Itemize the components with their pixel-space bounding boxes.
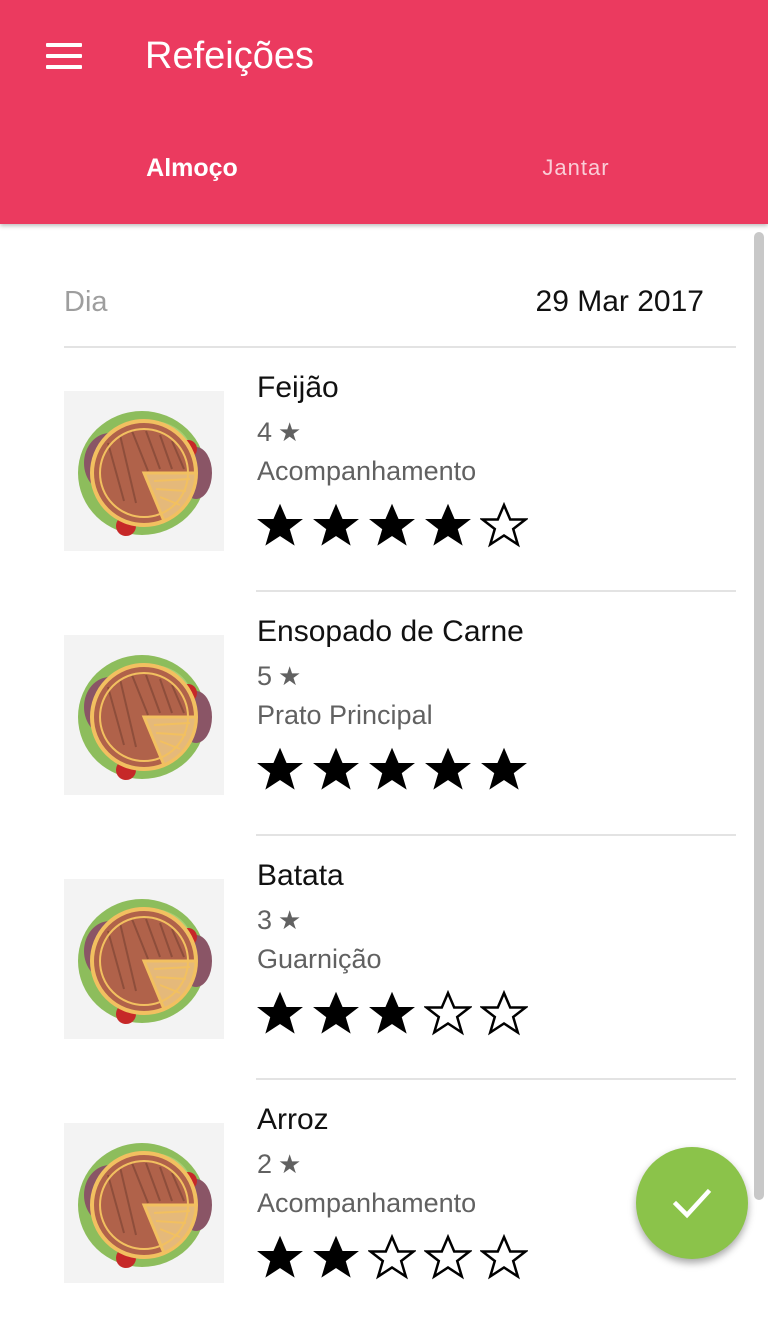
- average-rating-value: 2: [257, 1149, 273, 1179]
- food-plate-icon: [64, 635, 224, 795]
- star-outline-icon[interactable]: [368, 1234, 416, 1282]
- food-plate-icon: [64, 391, 224, 551]
- star-filled-icon[interactable]: [256, 1234, 304, 1282]
- meal-category: Acompanhamento: [257, 1188, 477, 1218]
- meal-category: Acompanhamento: [257, 456, 477, 486]
- star-outline-icon[interactable]: [480, 502, 528, 550]
- divider: [256, 590, 736, 592]
- star-filled-icon[interactable]: [256, 746, 304, 794]
- average-rating-value: 3: [257, 905, 273, 935]
- meal-name: Batata: [257, 859, 344, 892]
- rating-bar[interactable]: [256, 746, 536, 798]
- confirm-fab-button[interactable]: [636, 1147, 748, 1259]
- star-filled-icon[interactable]: [312, 502, 360, 550]
- page-title: Refeições: [145, 35, 314, 77]
- star-icon: ★: [278, 417, 302, 447]
- star-icon: ★: [278, 905, 302, 935]
- day-value[interactable]: 29 Mar 2017: [536, 280, 704, 324]
- star-filled-icon[interactable]: [368, 502, 416, 550]
- star-filled-icon[interactable]: [368, 746, 416, 794]
- star-filled-icon[interactable]: [424, 746, 472, 794]
- meal-name: Arroz: [257, 1103, 329, 1136]
- meal-average-rating: 2 ★: [257, 1146, 301, 1182]
- meal-average-rating: 3 ★: [257, 902, 301, 938]
- star-filled-icon[interactable]: [312, 990, 360, 1038]
- average-rating-value: 5: [257, 661, 273, 691]
- meal-list-item[interactable]: Ensopado de Carne 5 ★ Prato Principal: [0, 590, 768, 834]
- star-filled-icon[interactable]: [312, 1234, 360, 1282]
- star-outline-icon[interactable]: [480, 1234, 528, 1282]
- star-filled-icon[interactable]: [424, 502, 472, 550]
- meal-average-rating: 4 ★: [257, 414, 301, 450]
- hamburger-menu-icon[interactable]: [46, 43, 82, 69]
- star-outline-icon[interactable]: [480, 990, 528, 1038]
- star-filled-icon[interactable]: [480, 746, 528, 794]
- meal-average-rating: 5 ★: [257, 658, 301, 694]
- star-icon: ★: [278, 1149, 302, 1179]
- average-rating-value: 4: [257, 417, 273, 447]
- scrollbar[interactable]: [754, 232, 764, 1200]
- star-filled-icon[interactable]: [368, 990, 416, 1038]
- check-icon: [672, 1188, 712, 1219]
- divider: [256, 834, 736, 836]
- day-row[interactable]: Dia 29 Mar 2017: [64, 280, 704, 324]
- star-filled-icon[interactable]: [256, 502, 304, 550]
- divider: [256, 1078, 736, 1080]
- tab-jantar[interactable]: Jantar: [384, 140, 768, 196]
- rating-bar[interactable]: [256, 990, 536, 1042]
- meal-list-item[interactable]: Batata 3 ★ Guarnição: [0, 834, 768, 1078]
- star-outline-icon[interactable]: [424, 990, 472, 1038]
- meal-name: Ensopado de Carne: [257, 615, 524, 648]
- meal-list-content: Dia 29 Mar 2017 Feijão 4 ★ Acompanhamento: [0, 224, 768, 1283]
- meal-list-item[interactable]: Feijão 4 ★ Acompanhamento: [0, 346, 768, 590]
- star-icon: ★: [278, 661, 302, 691]
- food-plate-icon: [64, 879, 224, 1039]
- day-label: Dia: [64, 286, 108, 318]
- rating-bar[interactable]: [256, 1234, 536, 1286]
- app-bar: Refeições Almoço Jantar: [0, 0, 768, 224]
- star-outline-icon[interactable]: [424, 1234, 472, 1282]
- tab-almoco[interactable]: Almoço: [0, 140, 384, 196]
- meal-name: Feijão: [257, 371, 339, 404]
- star-filled-icon[interactable]: [312, 746, 360, 794]
- meal-category: Guarnição: [257, 944, 382, 974]
- star-filled-icon[interactable]: [256, 990, 304, 1038]
- food-plate-icon: [64, 1123, 224, 1283]
- meal-category: Prato Principal: [257, 700, 433, 730]
- rating-bar[interactable]: [256, 502, 536, 554]
